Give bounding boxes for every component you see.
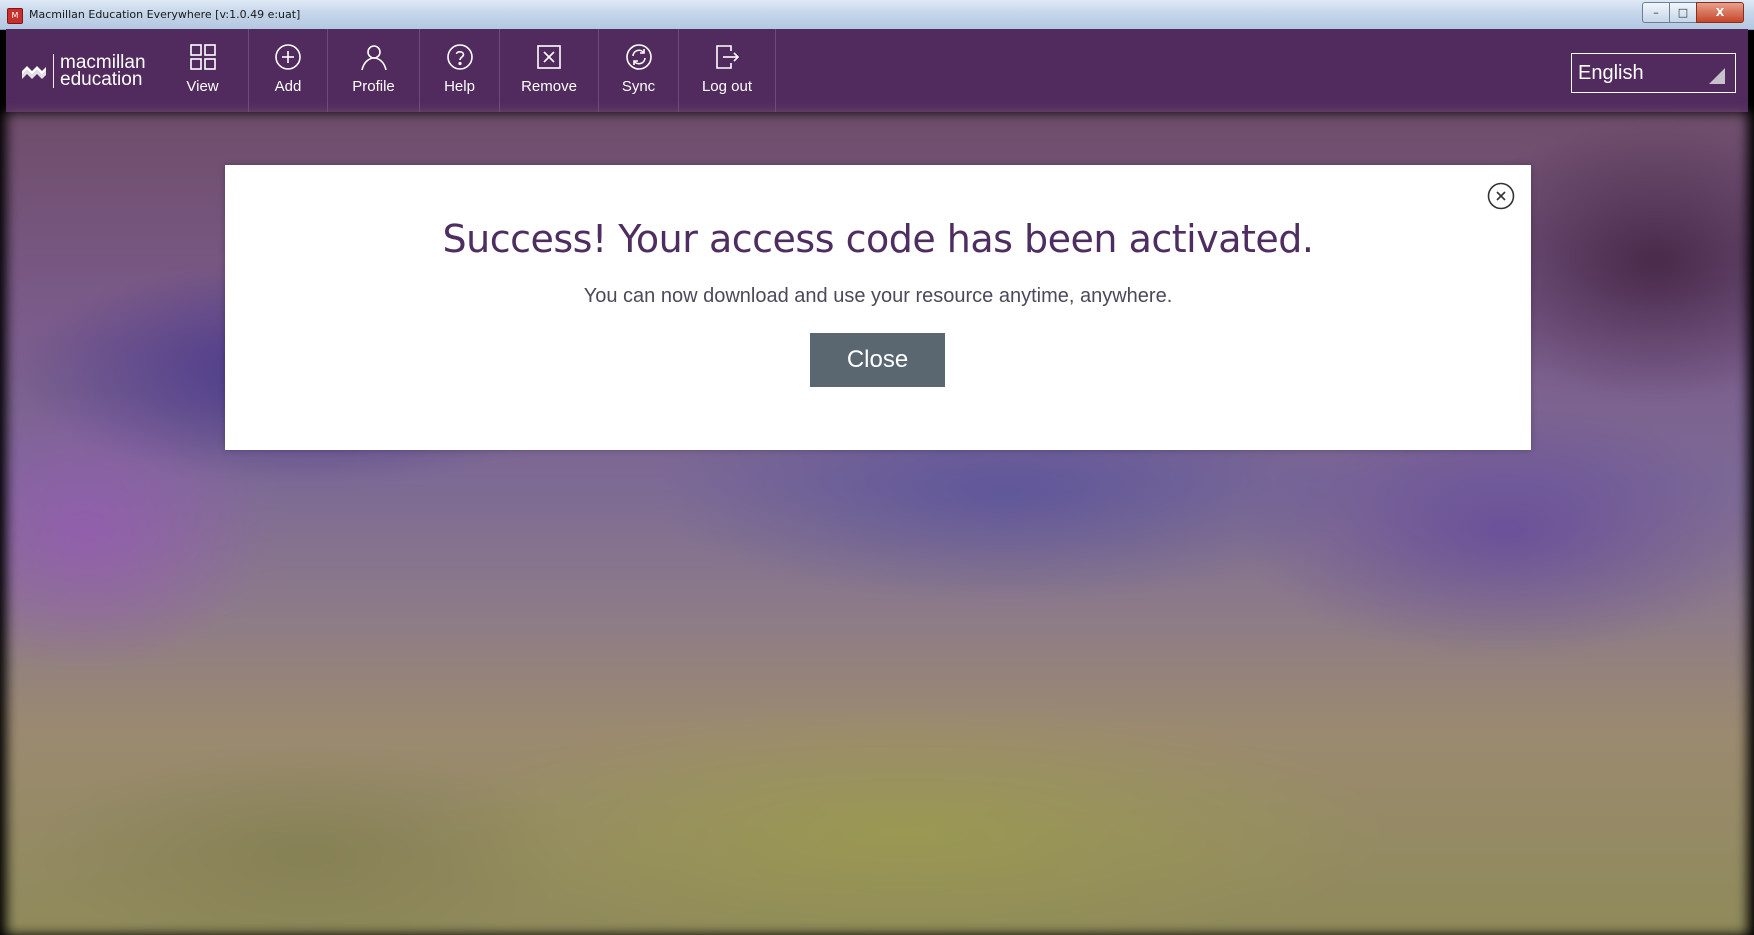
main-toolbar: macmillan education View Add Profile Hel… bbox=[6, 29, 1748, 112]
success-dialog: Success! Your access code has been activ… bbox=[225, 165, 1531, 450]
remove-button[interactable]: Remove bbox=[500, 29, 599, 112]
person-icon bbox=[360, 45, 387, 71]
window-close-button[interactable]: X bbox=[1696, 2, 1744, 23]
dialog-title: Success! Your access code has been activ… bbox=[442, 217, 1314, 261]
grid-icon bbox=[189, 44, 216, 70]
logo-separator bbox=[53, 53, 54, 88]
logout-button[interactable]: Log out bbox=[679, 29, 776, 112]
minimize-button[interactable]: – bbox=[1642, 2, 1669, 23]
sync-label: Sync bbox=[621, 78, 656, 95]
sync-button[interactable]: Sync bbox=[599, 29, 679, 112]
view-label: View bbox=[186, 78, 219, 95]
close-icon[interactable] bbox=[1487, 182, 1515, 210]
close-button[interactable]: Close bbox=[810, 333, 945, 387]
profile-label: Profile bbox=[352, 78, 395, 95]
dropdown-arrow-icon bbox=[1709, 68, 1725, 84]
help-label: Help bbox=[444, 78, 475, 95]
logo-wordmark: macmillan education bbox=[60, 51, 146, 90]
logout-label: Log out bbox=[701, 78, 753, 95]
profile-button[interactable]: Profile bbox=[328, 29, 420, 112]
plus-circle-icon bbox=[275, 44, 301, 70]
macmillan-logo-icon bbox=[22, 65, 46, 79]
app-icon: M bbox=[7, 8, 23, 24]
language-value: English bbox=[1578, 62, 1644, 84]
window-controls: – □ X bbox=[1642, 2, 1744, 23]
view-button[interactable]: View bbox=[157, 29, 249, 112]
macmillan-logo: macmillan education bbox=[6, 29, 157, 112]
help-button[interactable]: Help bbox=[420, 29, 500, 112]
window-title: Macmillan Education Everywhere [v:1.0.49… bbox=[29, 8, 301, 21]
dialog-message: You can now download and use your resour… bbox=[583, 285, 1173, 307]
maximize-button[interactable]: □ bbox=[1669, 2, 1696, 23]
language-select[interactable]: English bbox=[1571, 53, 1736, 93]
logout-icon bbox=[716, 45, 740, 69]
remove-icon bbox=[537, 45, 561, 69]
window-titlebar: M Macmillan Education Everywhere [v:1.0.… bbox=[0, 0, 1754, 30]
sync-icon bbox=[625, 44, 652, 70]
add-label: Add bbox=[274, 78, 302, 95]
logo-line-2: education bbox=[60, 68, 143, 90]
help-icon bbox=[446, 44, 473, 70]
logo-line-1: macmillan bbox=[60, 51, 146, 73]
add-button[interactable]: Add bbox=[249, 29, 328, 112]
remove-label: Remove bbox=[521, 78, 577, 95]
